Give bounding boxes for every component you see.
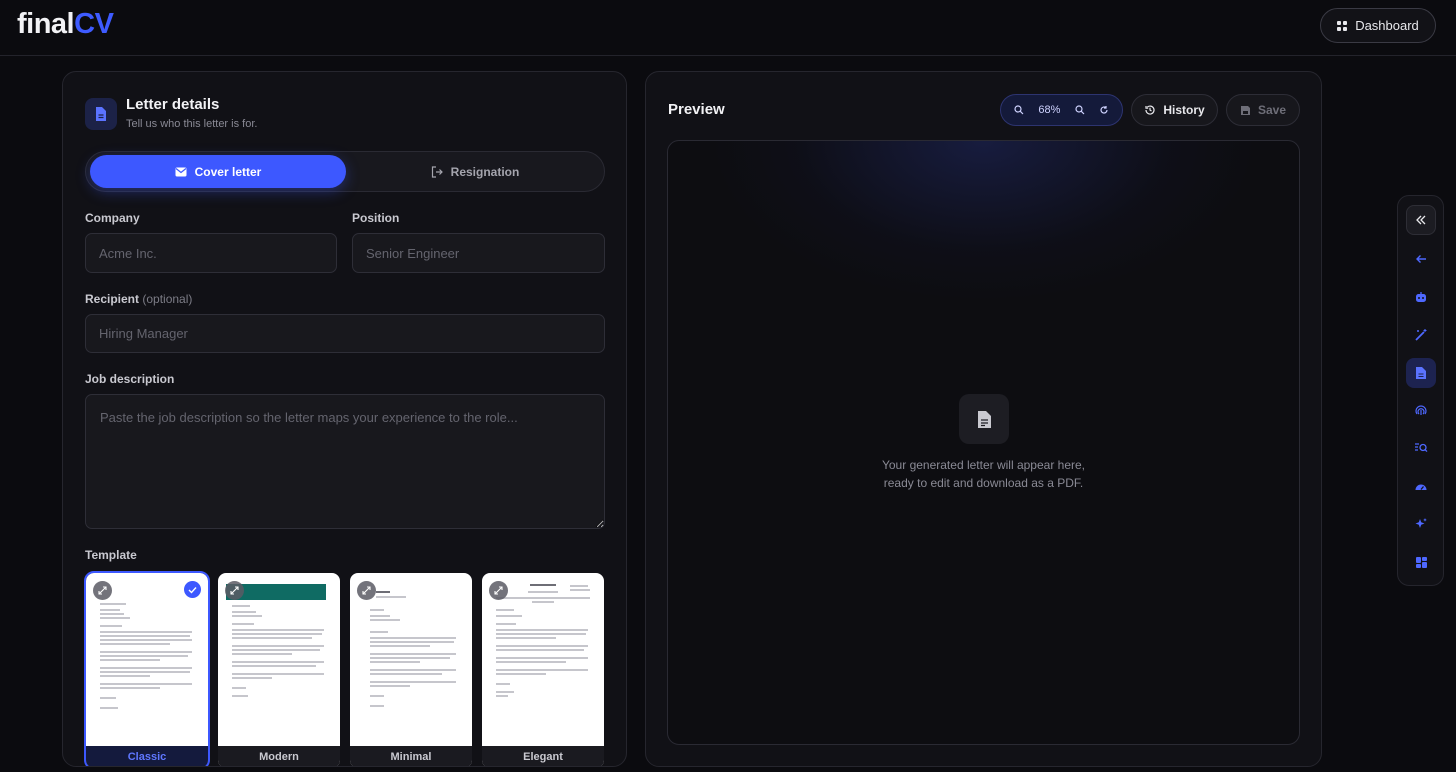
dashboard-rail-button[interactable] bbox=[1406, 547, 1436, 577]
template-card-classic[interactable]: Classic bbox=[84, 571, 210, 766]
mail-icon bbox=[175, 167, 187, 176]
dashboard-grid-icon bbox=[1337, 20, 1348, 31]
collapse-button[interactable] bbox=[1406, 205, 1436, 235]
template-name-elegant: Elegant bbox=[482, 746, 604, 766]
recipient-label: Recipient (optional) bbox=[85, 292, 192, 306]
score-button[interactable] bbox=[1406, 471, 1436, 501]
recipient-input[interactable] bbox=[85, 314, 605, 353]
zoom-out-icon bbox=[1014, 105, 1024, 115]
tools-rail bbox=[1397, 195, 1444, 586]
expand-icon[interactable] bbox=[357, 581, 376, 600]
zoom-in-icon bbox=[1075, 105, 1085, 115]
zoom-out-button[interactable] bbox=[1014, 105, 1024, 115]
empty-state-line-1: Your generated letter will appear here, bbox=[881, 458, 1086, 472]
logo-main-text: final bbox=[17, 8, 75, 40]
job-description-label: Job description bbox=[85, 372, 175, 386]
position-input[interactable] bbox=[352, 233, 605, 273]
company-label: Company bbox=[85, 211, 140, 225]
zoom-in-button[interactable] bbox=[1075, 105, 1085, 115]
check-icon bbox=[184, 581, 201, 598]
template-name-minimal: Minimal bbox=[350, 746, 472, 766]
recipient-label-text: Recipient bbox=[85, 292, 140, 306]
template-name-modern: Modern bbox=[218, 746, 340, 766]
job-description-textarea[interactable] bbox=[85, 394, 605, 529]
top-bar: finalCV Dashboard bbox=[0, 0, 1456, 56]
zoom-level: 68% bbox=[1038, 104, 1061, 116]
template-label: Template bbox=[85, 548, 137, 562]
document-icon bbox=[959, 394, 1009, 444]
save-label: Save bbox=[1257, 103, 1287, 117]
dashboard-button-label: Dashboard bbox=[1355, 18, 1419, 33]
exit-icon bbox=[431, 165, 443, 178]
logo[interactable]: finalCV bbox=[17, 8, 114, 41]
document-icon bbox=[85, 98, 117, 130]
search-list-icon bbox=[1415, 443, 1428, 453]
dashboard-button[interactable]: Dashboard bbox=[1320, 8, 1436, 43]
fingerprint-icon bbox=[1415, 405, 1427, 415]
magic-button[interactable] bbox=[1406, 320, 1436, 350]
preview-title: Preview bbox=[668, 101, 725, 118]
letter-details-subtitle: Tell us who this letter is for. bbox=[126, 118, 258, 130]
collapse-icon bbox=[1416, 215, 1426, 225]
dashboard-grid-icon bbox=[1415, 556, 1427, 568]
letter-tool-button[interactable] bbox=[1406, 358, 1436, 388]
tab-resignation-label: Resignation bbox=[450, 164, 520, 179]
back-arrow-icon bbox=[1416, 255, 1426, 263]
letter-details-title: Letter details bbox=[126, 96, 220, 113]
recipient-optional-text: (optional) bbox=[142, 292, 193, 306]
save-button[interactable]: Save bbox=[1226, 94, 1300, 126]
preview-panel: Preview 68% History Save Your generated … bbox=[645, 71, 1322, 767]
reset-icon bbox=[1100, 106, 1108, 114]
reset-zoom-button[interactable] bbox=[1099, 105, 1109, 115]
tab-cover-letter[interactable]: Cover letter bbox=[90, 155, 346, 188]
preview-canvas: Your generated letter will appear here, … bbox=[667, 140, 1300, 745]
save-icon bbox=[1240, 105, 1250, 115]
company-input[interactable] bbox=[85, 233, 337, 273]
magic-wand-icon bbox=[1415, 329, 1427, 341]
template-card-minimal[interactable]: Minimal bbox=[350, 573, 472, 766]
sparkles-icon bbox=[1415, 518, 1427, 528]
template-name-classic: Classic bbox=[86, 746, 208, 766]
tab-resignation[interactable]: Resignation bbox=[348, 155, 602, 188]
logo-accent-text: CV bbox=[74, 8, 114, 40]
letter-details-panel: Letter details Tell us who this letter i… bbox=[62, 71, 627, 767]
tab-cover-letter-label: Cover letter bbox=[194, 164, 262, 179]
empty-state-message: Your generated letter will appear here, … bbox=[668, 456, 1299, 492]
history-button[interactable]: History bbox=[1131, 94, 1218, 126]
fingerprint-button[interactable] bbox=[1406, 395, 1436, 425]
gauge-icon bbox=[1415, 484, 1427, 490]
history-icon bbox=[1145, 105, 1155, 115]
template-card-elegant[interactable]: Elegant bbox=[482, 573, 604, 766]
robot-icon bbox=[1416, 292, 1426, 302]
zoom-controls: 68% bbox=[1000, 94, 1123, 126]
ai-assistant-button[interactable] bbox=[1406, 282, 1436, 312]
template-card-modern[interactable]: Modern bbox=[218, 573, 340, 766]
back-button[interactable] bbox=[1406, 244, 1436, 274]
expand-icon[interactable] bbox=[489, 581, 508, 600]
document-icon bbox=[1416, 367, 1426, 379]
ai-improve-button[interactable] bbox=[1406, 509, 1436, 539]
history-label: History bbox=[1163, 103, 1205, 117]
expand-icon[interactable] bbox=[93, 581, 112, 600]
expand-icon[interactable] bbox=[225, 581, 244, 600]
job-search-button[interactable] bbox=[1406, 433, 1436, 463]
letter-type-toggle: Cover letter Resignation bbox=[85, 151, 605, 192]
empty-state-line-2: ready to edit and download as a PDF. bbox=[883, 476, 1084, 490]
position-label: Position bbox=[352, 211, 400, 225]
